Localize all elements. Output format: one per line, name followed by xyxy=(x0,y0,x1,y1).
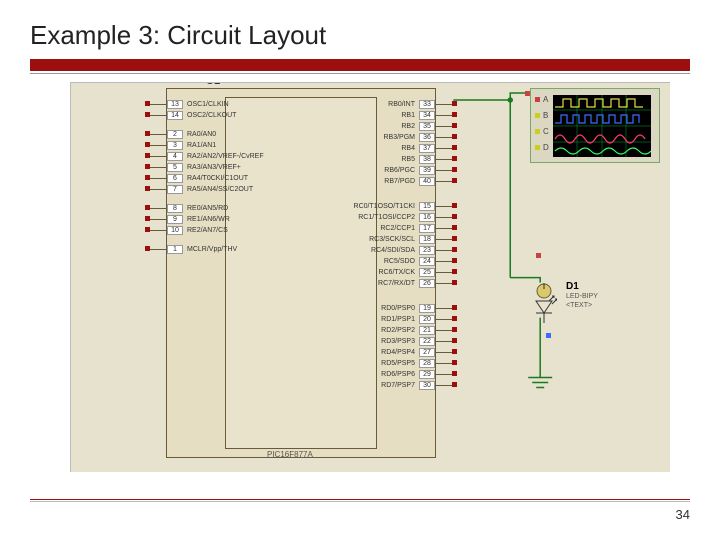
led-value: <TEXT> xyxy=(566,302,592,309)
schematic-canvas[interactable]: U1 13OSC1/CLKIN 14OSC2/CLKOUT 2RA0/AN0 3… xyxy=(70,82,670,472)
slide-title: Example 3: Circuit Layout xyxy=(30,20,690,51)
chip-pin[interactable]: 2RA0/AN0 xyxy=(167,129,216,140)
chip-pin[interactable]: 14OSC2/CLKOUT xyxy=(167,110,236,121)
title-underline xyxy=(30,73,690,74)
chip-pin[interactable]: 4RA2/AN2/VREF-/CvREF xyxy=(167,151,264,162)
chip-pin[interactable]: 40RB7/PGD xyxy=(384,176,435,187)
chip-pin[interactable]: 8RE0/AN5/RD xyxy=(167,203,228,214)
chip-pin[interactable]: 3RA1/AN1 xyxy=(167,140,216,151)
footer-thin-line xyxy=(30,501,690,502)
title-accent-bar xyxy=(30,59,690,71)
chip-pin[interactable]: 25RC6/TX/CK xyxy=(378,267,435,278)
chip-pin[interactable]: 27RD4/PSP4 xyxy=(381,347,435,358)
scope-ch-b-label: B xyxy=(543,111,548,120)
chip-pin[interactable]: 36RB3/PGM xyxy=(383,132,435,143)
probe-dot xyxy=(546,333,551,338)
chip-pin[interactable]: 9RE1/AN6/WR xyxy=(167,214,230,225)
probe-dot xyxy=(536,253,541,258)
chip-pin[interactable]: 29RD6/PSP6 xyxy=(381,369,435,380)
chip-pin[interactable]: 16RC1/T1OSI/CCP2 xyxy=(358,212,435,223)
chip-pin[interactable]: 7RA5/AN4/SS/C2OUT xyxy=(167,184,253,195)
chip-pin[interactable]: 34RB1 xyxy=(401,110,435,121)
scope-screen xyxy=(553,95,651,157)
chip-pin[interactable]: 39RB6/PGC xyxy=(384,165,435,176)
page-number: 34 xyxy=(676,507,690,522)
chip-pin[interactable]: 24RC5/SDO xyxy=(384,256,435,267)
chip-pin[interactable]: 37RB4 xyxy=(401,143,435,154)
scope-probe-d[interactable] xyxy=(535,145,540,150)
chip-pin[interactable]: 13OSC1/CLKIN xyxy=(167,99,229,110)
led-component[interactable] xyxy=(531,283,557,328)
scope-ch-d-label: D xyxy=(543,143,549,152)
footer-accent-line xyxy=(30,499,690,500)
chip-pin[interactable]: 20RD1/PSP1 xyxy=(381,314,435,325)
chip-pin[interactable]: 21RD2/PSP2 xyxy=(381,325,435,336)
chip-pin[interactable]: 22RD3/PSP3 xyxy=(381,336,435,347)
scope-probe-b[interactable] xyxy=(535,113,540,118)
chip-pin[interactable]: 38RB5 xyxy=(401,154,435,165)
chip-ref: U1 xyxy=(206,82,220,87)
probe-dot xyxy=(525,91,530,96)
chip-pin[interactable]: 33RB0/INT xyxy=(388,99,435,110)
scope-ch-c-label: C xyxy=(543,127,549,136)
ic-chip[interactable]: 13OSC1/CLKIN 14OSC2/CLKOUT 2RA0/AN0 3RA1… xyxy=(166,88,436,458)
led-type: LED-BIPY xyxy=(566,293,598,300)
chip-pin[interactable]: 19RD0/PSP0 xyxy=(381,303,435,314)
oscilloscope[interactable]: A B C D xyxy=(530,88,660,163)
led-ref: D1 xyxy=(566,281,579,292)
chip-pin[interactable]: 17RC2/CCP1 xyxy=(380,223,435,234)
scope-probe-c[interactable] xyxy=(535,129,540,134)
chip-body xyxy=(225,97,377,449)
scope-probe-a[interactable] xyxy=(535,97,540,102)
chip-pin[interactable]: 5RA3/AN3/VREF+ xyxy=(167,162,241,173)
scope-ch-a-label: A xyxy=(543,95,548,104)
chip-pin[interactable]: 28RD5/PSP5 xyxy=(381,358,435,369)
chip-pin[interactable]: 18RC3/SCK/SCL xyxy=(369,234,435,245)
chip-pin[interactable]: 30RD7/PSP7 xyxy=(381,380,435,391)
chip-pin[interactable]: 23RC4/SDI/SDA xyxy=(371,245,435,256)
chip-model: PIC16F877A xyxy=(267,450,313,459)
chip-pin[interactable]: 1MCLR/Vpp/THV xyxy=(167,244,237,255)
chip-pin[interactable]: 15RC0/T1OSO/T1CKI xyxy=(354,201,435,212)
chip-pin[interactable]: 26RC7/RX/DT xyxy=(378,278,435,289)
chip-pin[interactable]: 35RB2 xyxy=(401,121,435,132)
chip-pin[interactable]: 10RE2/AN7/CS xyxy=(167,225,228,236)
chip-pin[interactable]: 6RA4/T0CKI/C1OUT xyxy=(167,173,248,184)
